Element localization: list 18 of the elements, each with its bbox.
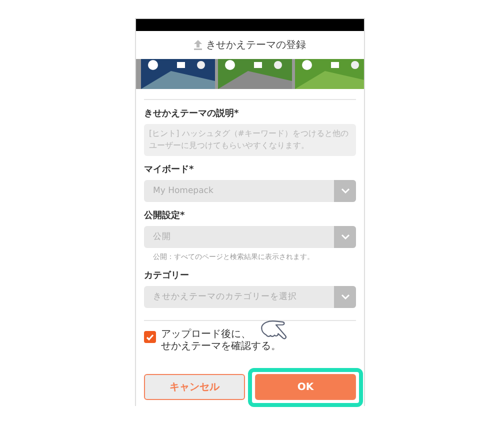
chevron-down-icon <box>340 188 350 194</box>
dropdown[interactable]: My Homepack <box>144 180 356 202</box>
chevron-down-icon <box>340 294 350 300</box>
field-label: きせかえテーマの説明* <box>144 108 240 120</box>
checkbox[interactable] <box>144 331 156 343</box>
ok-button[interactable]: OK <box>255 374 356 400</box>
field-label: 公開設定* <box>144 210 186 222</box>
dropdown[interactable]: 公開 <box>144 226 356 248</box>
window-title: きせかえテーマの登録 <box>206 39 306 52</box>
dropdown[interactable]: きせかえテーマのカテゴリーを選択 <box>144 286 356 308</box>
chevron-down-icon <box>340 234 350 240</box>
checkbox-label: アップロード後に、 <box>161 329 251 340</box>
upload-icon <box>194 40 202 50</box>
checkbox-label: せかえテーマを確認する。 <box>161 341 281 353</box>
field-label: カテゴリー <box>144 270 190 282</box>
field-label: マイボード* <box>144 164 195 176</box>
check-icon <box>146 334 154 340</box>
cancel-button[interactable]: キャンセル <box>144 374 245 400</box>
